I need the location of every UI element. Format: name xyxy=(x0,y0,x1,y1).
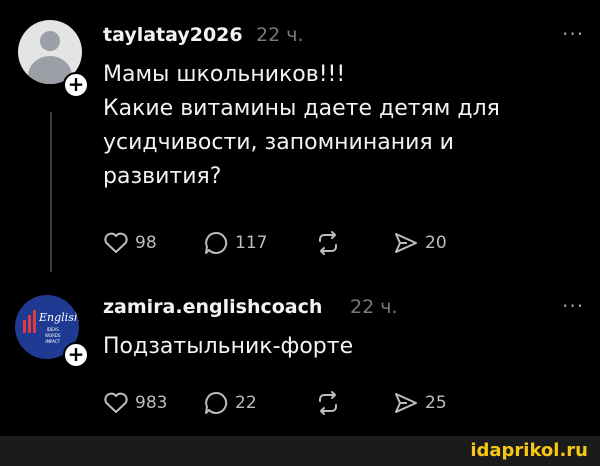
like-count: 983 xyxy=(135,393,168,413)
post-text-line: Подзатыльник-форте xyxy=(103,334,354,359)
repost-icon xyxy=(319,391,337,415)
share-count: 25 xyxy=(425,393,447,413)
post-1: + taylatay2026 22 ч. ··· Мамы школьников… xyxy=(0,0,600,290)
avatar-logo-title: English xyxy=(39,311,79,324)
post-text: Подзатыльник-форте xyxy=(103,330,353,364)
send-icon xyxy=(395,393,417,413)
repost-button[interactable] xyxy=(315,390,393,416)
watermark-bar: idaprikol.ru xyxy=(0,436,600,466)
share-button[interactable]: 20 xyxy=(393,231,447,255)
comment-button[interactable]: 22 xyxy=(203,390,315,416)
comment-icon xyxy=(205,391,228,414)
default-avatar-icon xyxy=(40,31,60,51)
more-options-icon[interactable]: ··· xyxy=(562,294,584,318)
comment-count: 117 xyxy=(235,233,268,253)
like-button[interactable]: 983 xyxy=(103,391,203,415)
like-button[interactable]: 98 xyxy=(103,231,203,255)
username[interactable]: zamira.englishcoach xyxy=(103,296,322,318)
timestamp: 22 ч. xyxy=(256,24,304,46)
comment-button[interactable]: 117 xyxy=(203,230,315,256)
share-count: 20 xyxy=(425,233,447,253)
send-icon xyxy=(395,233,417,253)
follow-plus-icon[interactable]: + xyxy=(63,342,89,368)
post-2: English IDEAS WORDS IMPACT + zamira.engl… xyxy=(0,290,600,436)
comment-count: 22 xyxy=(235,393,257,413)
post-text-line: Мамы школьников!!! xyxy=(103,62,346,87)
post-actions: 983 22 25 xyxy=(103,390,447,416)
repost-button[interactable] xyxy=(315,230,393,256)
post-text: Мамы школьников!!! Какие витамины даете … xyxy=(103,58,500,194)
post-text-line: развития? xyxy=(103,164,222,189)
username[interactable]: taylatay2026 xyxy=(103,24,243,46)
repost-icon xyxy=(319,231,337,255)
post-text-line: Какие витамины даете детям для xyxy=(103,96,500,121)
more-options-icon[interactable]: ··· xyxy=(562,22,584,46)
timestamp: 22 ч. xyxy=(350,296,398,318)
heart-icon xyxy=(104,392,128,413)
comment-icon xyxy=(205,231,228,254)
like-count: 98 xyxy=(135,233,157,253)
heart-icon xyxy=(104,232,128,253)
follow-plus-icon[interactable]: + xyxy=(63,72,89,98)
thread-line xyxy=(50,112,52,272)
avatar-logo-subtitle: IDEAS WORDS IMPACT xyxy=(45,327,61,345)
post-actions: 98 117 20 xyxy=(103,230,447,256)
watermark-logo: idaprikol.ru xyxy=(470,440,588,461)
share-button[interactable]: 25 xyxy=(393,391,447,415)
post-text-line: усидчивости, запомнинания и xyxy=(103,130,454,155)
avatar-logo-word: IMPACT xyxy=(45,339,61,344)
